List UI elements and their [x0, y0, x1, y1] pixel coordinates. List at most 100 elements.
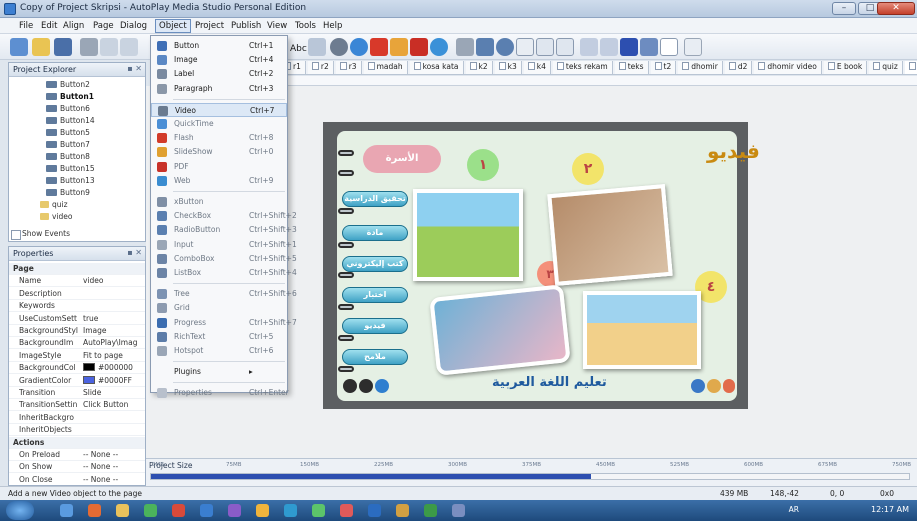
taskbar-app-icon[interactable]	[60, 504, 73, 517]
property-row[interactable]: BackgroundStyl Image	[9, 325, 145, 337]
stage-nav-button[interactable]: كتب إليكتروني	[342, 256, 408, 272]
progress-tool-icon[interactable]	[620, 38, 638, 56]
menu-item-label[interactable]: Label Ctrl+2	[151, 67, 287, 81]
property-row[interactable]: InheritBackgro	[9, 412, 145, 424]
menu-item-hotspot[interactable]: Hotspot Ctrl+6	[151, 344, 287, 358]
property-value[interactable]: Fit to page	[83, 351, 145, 360]
grid-tool-icon[interactable]	[600, 38, 618, 56]
slideshow-tool-icon[interactable]	[390, 38, 408, 56]
menu-view[interactable]: View	[264, 20, 290, 32]
start-button[interactable]	[6, 501, 34, 520]
power-icon[interactable]	[723, 379, 735, 393]
property-value[interactable]: AutoPlay\Imag	[83, 338, 145, 347]
quicktime-tool-icon[interactable]	[350, 38, 368, 56]
property-row[interactable]: GradientColor #0000FF	[9, 375, 145, 387]
property-row[interactable]: InheritObjects	[9, 424, 145, 437]
menu-item-pdf[interactable]: PDF	[151, 160, 287, 174]
menu-item-radiobutton[interactable]: RadioButton Ctrl+Shift+3	[151, 223, 297, 237]
property-value[interactable]: Slide	[83, 388, 145, 397]
tree-button-item[interactable]: Button9	[46, 188, 90, 200]
video-tool-icon[interactable]	[330, 38, 348, 56]
taskbar-app-icon[interactable]	[312, 504, 325, 517]
property-value[interactable]: -- None --	[83, 462, 145, 471]
number-circle-2[interactable]: ٢	[572, 153, 604, 185]
menu-item-video[interactable]: Video Ctrl+7	[151, 102, 287, 117]
hotspot-tool-icon[interactable]	[660, 38, 678, 56]
page-tab[interactable]: dhomir	[678, 61, 723, 74]
menu-item-button[interactable]: Button Ctrl+1	[151, 39, 287, 53]
menu-item-checkbox[interactable]: CheckBox Ctrl+Shift+2	[151, 209, 297, 223]
combobox-tool-icon[interactable]	[536, 38, 554, 56]
page-tab[interactable]: k4	[523, 61, 551, 74]
richtext-tool-icon[interactable]	[640, 38, 658, 56]
taskbar-app-icon[interactable]	[200, 504, 213, 517]
property-row[interactable]: On Show -- None --	[9, 461, 145, 474]
open-folder-icon[interactable]	[32, 38, 50, 56]
taskbar-app-icon[interactable]	[424, 504, 437, 517]
tree-button-item[interactable]: Button2	[46, 80, 90, 92]
property-row[interactable]: On Preload -- None --	[9, 449, 145, 461]
menu-item-image[interactable]: Image Ctrl+4	[151, 53, 287, 67]
page-tab[interactable]: teks	[614, 61, 649, 74]
page-tab[interactable]: k3	[494, 61, 522, 74]
paragraph-tool-icon[interactable]	[308, 38, 326, 56]
language-indicator[interactable]: AR	[789, 505, 799, 514]
taskbar-app-icon[interactable]	[396, 504, 409, 517]
radio-tool-icon[interactable]	[496, 38, 514, 56]
stage-nav-button[interactable]: اختبار	[342, 287, 408, 303]
taskbar-app-icon[interactable]	[228, 504, 241, 517]
menu-object[interactable]: Object	[155, 19, 191, 33]
property-value[interactable]: Image	[83, 326, 145, 335]
property-row[interactable]: BackgroundIm AutoPlay\Imag	[9, 337, 145, 350]
menu-dialog[interactable]: Dialog	[117, 20, 150, 32]
menu-item-listbox[interactable]: ListBox Ctrl+Shift+4	[151, 266, 297, 280]
property-value[interactable]: -- None --	[83, 475, 145, 484]
tree-tool-icon[interactable]	[580, 38, 598, 56]
info-icon[interactable]	[375, 379, 389, 393]
property-row[interactable]: BackgroundCol #000000	[9, 362, 145, 375]
page-tab[interactable]: quiz	[869, 61, 903, 74]
color-swatch[interactable]	[83, 363, 95, 372]
page-tab[interactable]: t2	[650, 61, 677, 74]
color-swatch[interactable]	[83, 375, 95, 384]
page-tab[interactable]: kosa kata	[409, 61, 464, 74]
tree-button-item[interactable]: Button7	[46, 140, 90, 152]
stage-nav-button[interactable]: مادة	[342, 225, 408, 241]
taskbar-app-icon[interactable]	[116, 504, 129, 517]
pen-tool-icon[interactable]	[684, 38, 702, 56]
menu-item-progress[interactable]: Progress Ctrl+Shift+7	[151, 316, 297, 330]
taskbar-app-icon[interactable]	[340, 504, 353, 517]
web-tool-icon[interactable]	[430, 38, 448, 56]
menu-page[interactable]: Page	[90, 20, 117, 32]
taskbar-app-icon[interactable]	[284, 504, 297, 517]
cut-icon[interactable]	[80, 38, 98, 56]
input-tool-icon[interactable]	[516, 38, 534, 56]
page-tab[interactable]: r2	[307, 61, 334, 74]
property-group[interactable]: Page	[9, 263, 145, 275]
menu-item-quicktime[interactable]: QuickTime	[151, 117, 287, 131]
page-tab[interactable]: teks rekam	[552, 61, 613, 74]
prev-arrow-icon[interactable]	[343, 379, 357, 393]
property-value[interactable]: video	[83, 276, 145, 285]
property-row[interactable]: Description	[9, 288, 145, 300]
tree-button-item[interactable]: Button13	[46, 176, 95, 188]
menu-item-tree[interactable]: Tree Ctrl+Shift+6	[151, 287, 297, 301]
menu-item-flash[interactable]: Flash Ctrl+8	[151, 131, 287, 145]
paste-icon[interactable]	[120, 38, 138, 56]
menu-item-web[interactable]: Web Ctrl+9	[151, 174, 287, 188]
menu-project[interactable]: Project	[192, 20, 227, 32]
menu-item-slideshow[interactable]: SlideShow Ctrl+0	[151, 145, 287, 159]
taskbar-app-icon[interactable]	[452, 504, 465, 517]
page-tab[interactable]: E book	[823, 61, 868, 74]
xbutton-tool-icon[interactable]	[456, 38, 474, 56]
menu-item-richtext[interactable]: RichText Ctrl+5	[151, 330, 287, 344]
label-tool-icon[interactable]: Abc	[290, 42, 307, 56]
property-value[interactable]: Click Button	[83, 400, 145, 409]
stage-nav-button[interactable]: فيديو	[342, 318, 408, 334]
menu-help[interactable]: Help	[320, 20, 345, 32]
menu-item-grid[interactable]: Grid	[151, 301, 287, 315]
page-tab[interactable]: k2	[465, 61, 493, 74]
checkbox-tool-icon[interactable]	[476, 38, 494, 56]
taskbar-app-icon[interactable]	[256, 504, 269, 517]
next-arrow-icon[interactable]	[359, 379, 373, 393]
